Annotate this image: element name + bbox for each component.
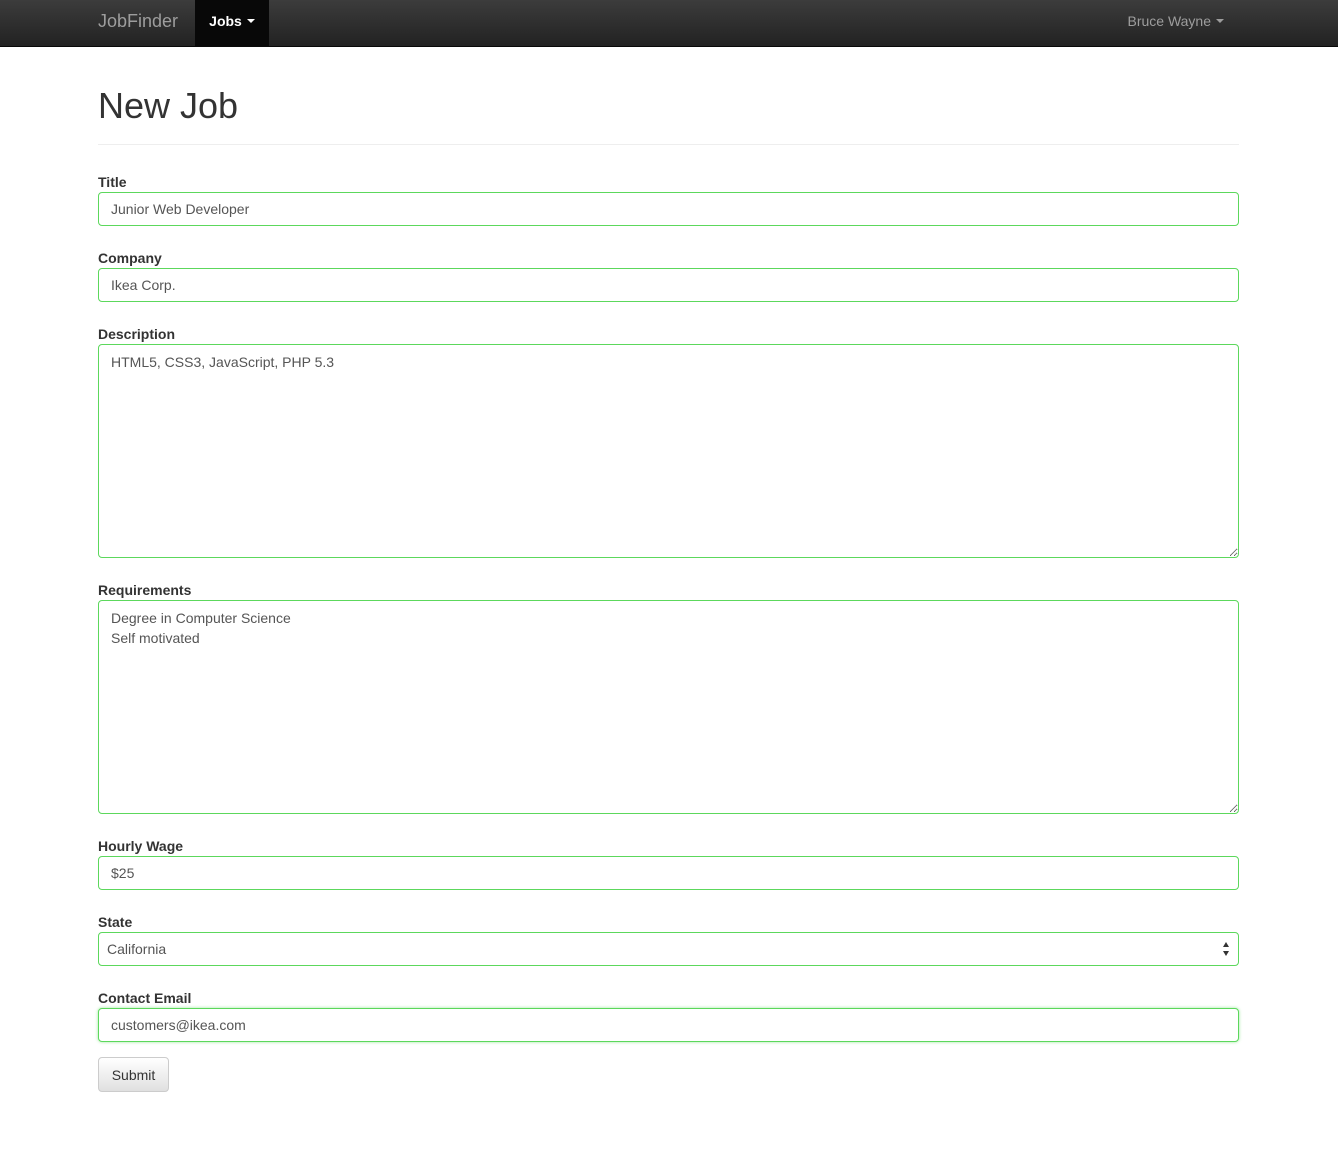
description-label: Description: [98, 326, 176, 342]
hourly-wage-label: Hourly Wage: [98, 838, 184, 854]
user-menu-dropdown[interactable]: Bruce Wayne: [1127, 0, 1224, 46]
hourly-wage-input[interactable]: [98, 856, 1239, 890]
title-label: Title: [98, 174, 127, 190]
state-selected-value: California: [107, 941, 167, 957]
title-input[interactable]: [98, 192, 1239, 226]
state-label: State: [98, 914, 133, 930]
contact-email-input[interactable]: [98, 1008, 1239, 1042]
jobs-menu-dropdown[interactable]: Jobs: [195, 0, 269, 46]
header-divider: [98, 144, 1239, 145]
brand-link[interactable]: JobFinder: [98, 0, 178, 46]
state-select[interactable]: California: [98, 932, 1239, 966]
top-navbar: JobFinder Jobs Bruce Wayne: [0, 0, 1338, 47]
submit-button[interactable]: Submit: [98, 1057, 169, 1092]
jobs-menu-label: Jobs: [209, 13, 242, 29]
page-title: New Job: [98, 85, 239, 126]
requirements-label: Requirements: [98, 582, 192, 598]
caret-down-icon: [246, 19, 255, 23]
description-textarea[interactable]: HTML5, CSS3, JavaScript, PHP 5.3: [98, 344, 1239, 558]
contact-email-label: Contact Email: [98, 990, 192, 1006]
user-menu-label: Bruce Wayne: [1127, 13, 1211, 29]
caret-down-icon: [1216, 19, 1224, 23]
company-label: Company: [98, 250, 162, 266]
requirements-textarea[interactable]: Degree in Computer Science Self motivate…: [98, 600, 1239, 814]
select-arrows-icon: [1223, 942, 1231, 958]
company-input[interactable]: [98, 268, 1239, 302]
